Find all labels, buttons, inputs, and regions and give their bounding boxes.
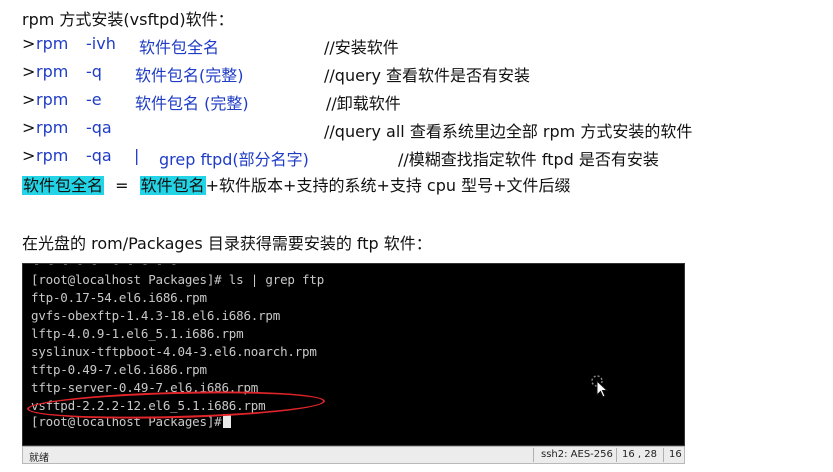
section-instruction: 在光盘的 rom/Packages 目录获得需要安装的 ftp 软件： (22, 234, 432, 253)
command-name: rpm (36, 90, 69, 109)
command-flag: -ivh (86, 34, 116, 53)
status-protocol: ssh2: AES-256 (541, 449, 613, 460)
status-rows: 16 (669, 449, 682, 460)
command-name: rpm (36, 62, 69, 81)
prompt-symbol: > (22, 146, 36, 165)
command-comment: //query 查看软件是否有安装 (324, 66, 531, 85)
terminal-line: ftp-0.17-54.el6.i686.rpm (31, 290, 207, 305)
command-comment: //卸载软件 (326, 94, 401, 113)
command-flag: -qa (86, 118, 112, 137)
command-name: rpm (36, 118, 69, 137)
status-ready: 就绪 (29, 453, 49, 464)
terminal-line: gvfs-obexftp-1.4.3-18.el6.i686.rpm (31, 308, 281, 323)
command-arg: 软件包全名 (139, 38, 220, 57)
command-flag: -q (86, 62, 102, 81)
prompt-symbol: > (22, 90, 36, 109)
command-comment: //query all 查看系统里边全部 rpm 方式安装的软件 (324, 122, 693, 141)
equals-sign: = (115, 176, 129, 195)
command-flag: -qa (86, 146, 112, 165)
pipe-symbol: | (134, 146, 140, 165)
terminal-line: [root@localhost Packages]# ls | grep ftp (31, 272, 325, 287)
mouse-pointer-icon (591, 375, 609, 398)
page-heading: rpm 方式安装(vsftpd)软件： (22, 10, 234, 29)
terminal-line: tftp-0.49-7.el6.i686.rpm (31, 362, 207, 377)
command-comment: //模糊查找指定软件 ftpd 是否有安装 (398, 150, 659, 169)
status-divider (533, 448, 534, 462)
status-divider (663, 448, 664, 462)
command-arg: 软件包名 (完整) (135, 94, 249, 113)
command-arg: 软件包名(完整) (135, 66, 244, 85)
terminal-line: syslinux-tftpboot-4.04-3.el6.noarch.rpm (31, 344, 317, 359)
terminal-scrolled-line: - - - - - - - - - - (33, 263, 178, 271)
command-name: rpm (36, 146, 69, 165)
document-page: rpm 方式安装(vsftpd)软件： > rpm -ivh 软件包全名 //安… (0, 0, 833, 472)
prompt-symbol: > (22, 62, 36, 81)
prompt-symbol: > (22, 34, 36, 53)
highlight-package-name: 软件包名 (139, 176, 206, 195)
status-cursor-position: 16 , 28 (622, 449, 657, 460)
terminal-status-bar: 就绪 ssh2: AES-256 16 , 28 16 (22, 446, 685, 464)
command-arg: grep ftpd(部分名字) (159, 150, 309, 169)
terminal-line: lftp-4.0.9-1.el6_5.1.i686.rpm (31, 326, 244, 341)
command-name: rpm (36, 34, 69, 53)
text-cursor (223, 414, 232, 428)
package-name-formula: 软件包全名 = 软件包名+软件版本+支持的系统+支持 cpu 型号+文件后缀 (22, 172, 571, 196)
prompt-symbol: > (22, 118, 36, 137)
command-comment: //安装软件 (324, 38, 399, 57)
command-flag: -e (86, 90, 102, 109)
status-divider (616, 448, 617, 462)
formula-rest: +软件版本+支持的系统+支持 cpu 型号+文件后缀 (205, 176, 571, 195)
highlight-full-name: 软件包全名 (22, 176, 105, 195)
terminal-window[interactable]: - - - - - - - - - - [root@localhost Pack… (22, 263, 685, 446)
